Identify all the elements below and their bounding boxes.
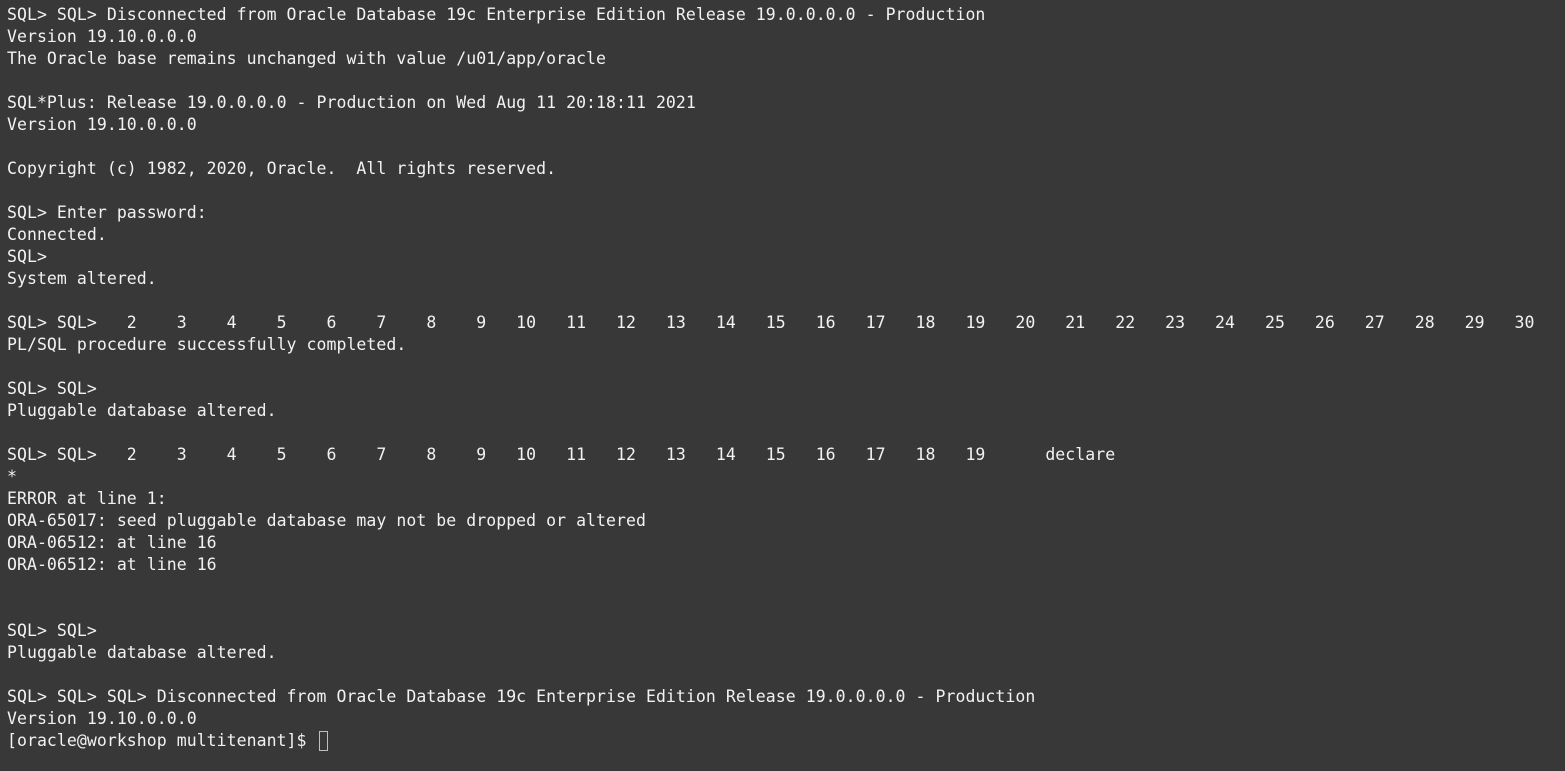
prompt-line[interactable]: [oracle@workshop multitenant]$ xyxy=(7,730,1565,752)
terminal-line: Copyright (c) 1982, 2020, Oracle. All ri… xyxy=(7,159,557,178)
terminal-line: ORA-65017: seed pluggable database may n… xyxy=(7,511,646,530)
terminal-line: SQL> SQL> 2 3 4 5 6 7 8 9 10 11 12 13 14… xyxy=(7,313,1535,332)
terminal-line: SQL> SQL> xyxy=(7,379,97,398)
terminal-line: SQL> SQL> SQL> Disconnected from Oracle … xyxy=(7,687,1036,706)
terminal-line: SQL> xyxy=(7,247,47,266)
terminal-line: System altered. xyxy=(7,269,157,288)
text-cursor xyxy=(318,731,328,751)
terminal-line: SQL> SQL> 2 3 4 5 6 7 8 9 10 11 12 13 14… xyxy=(7,445,1116,464)
terminal-line: Pluggable database altered. xyxy=(7,401,277,420)
terminal-line: Pluggable database altered. xyxy=(7,643,277,662)
terminal-line: Version 19.10.0.0.0 xyxy=(7,27,197,46)
terminal-line: Connected. xyxy=(7,225,107,244)
terminal-line: Version 19.10.0.0.0 xyxy=(7,709,197,728)
terminal-line: * xyxy=(7,467,17,486)
terminal-line: ORA-06512: at line 16 xyxy=(7,533,217,552)
terminal-line: ORA-06512: at line 16 xyxy=(7,555,217,574)
terminal-line: SQL> SQL> xyxy=(7,621,97,640)
terminal-line: ERROR at line 1: xyxy=(7,489,167,508)
terminal-line: SQL> Enter password: xyxy=(7,203,207,222)
terminal-line: PL/SQL procedure successfully completed. xyxy=(7,335,407,354)
terminal-line: SQL> SQL> Disconnected from Oracle Datab… xyxy=(7,5,986,24)
terminal-line: SQL*Plus: Release 19.0.0.0.0 - Productio… xyxy=(7,93,696,112)
terminal-line: The Oracle base remains unchanged with v… xyxy=(7,49,607,68)
terminal-window[interactable]: SQL> SQL> Disconnected from Oracle Datab… xyxy=(0,0,1565,771)
terminal-line: Version 19.10.0.0.0 xyxy=(7,115,197,134)
shell-prompt: [oracle@workshop multitenant]$ xyxy=(7,731,317,750)
